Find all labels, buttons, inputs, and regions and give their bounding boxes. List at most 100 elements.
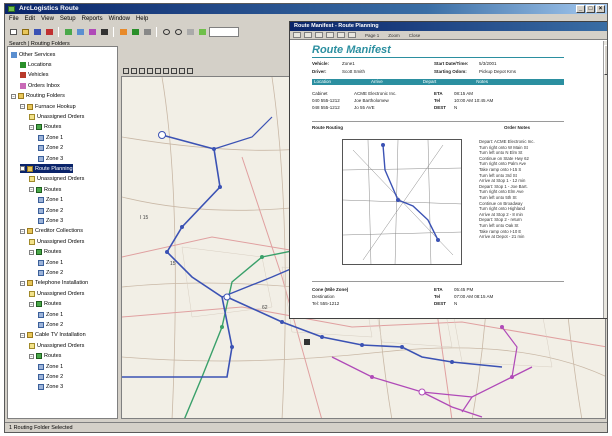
layers-tool-icon[interactable] [179,68,185,74]
tree-item[interactable]: Zone 3 [38,216,63,225]
tree-item[interactable]: − Furnace Hookup [20,102,76,111]
tree-item[interactable]: Zone 2 [38,320,63,329]
expand-toggle-icon[interactable]: − [20,166,25,172]
expand-toggle-icon[interactable]: − [20,280,25,286]
sequence-icon[interactable] [130,27,140,37]
tree-item[interactable]: Unassigned Orders [29,289,84,298]
tree-item[interactable]: − Routes [29,300,61,309]
last-page-icon[interactable] [326,32,334,38]
zoom-out-tool-icon[interactable] [139,68,145,74]
tree-item[interactable]: Zone 2 [38,144,63,153]
tree-item[interactable]: Zone 1 [38,133,63,142]
save-icon[interactable] [32,27,42,37]
depot-icon[interactable] [304,339,310,345]
identify-icon[interactable] [142,27,152,37]
cut-icon[interactable] [63,27,73,37]
tree-item-label: Vehicles [28,72,49,79]
expand-toggle-icon[interactable]: − [29,301,34,307]
full-extent-tool-icon[interactable] [155,68,161,74]
new-icon[interactable] [8,27,18,37]
zoom-out-icon[interactable] [173,27,183,37]
route-line-purple-3[interactable] [501,326,518,378]
tree-item[interactable]: − Telephone Installation [20,279,88,288]
tree-item[interactable]: Unassigned Orders [29,237,84,246]
undo-icon[interactable] [99,27,109,37]
menu-help[interactable]: Help [136,15,148,24]
manifest-scroll-thumb[interactable] [604,45,607,75]
manifest-title-bar[interactable]: Route Manifest - Route Planning [290,22,607,31]
tree-item[interactable]: Zone 2 [38,268,63,277]
menu-file[interactable]: File [9,15,19,24]
identify-tool-icon[interactable] [163,68,169,74]
open-icon[interactable] [20,27,30,37]
pan-icon[interactable] [185,27,195,37]
scale-combo[interactable] [209,27,239,37]
tree-item[interactable]: Zone 1 [38,362,63,371]
close-button[interactable]: × [596,5,605,13]
menu-reports[interactable]: Reports [82,15,103,24]
zoom-in-icon[interactable] [161,27,171,37]
minimize-button[interactable]: _ [576,5,585,13]
print-report-icon[interactable] [337,32,345,38]
full-extent-icon[interactable] [197,27,207,37]
tree-item[interactable]: Zone 1 [38,196,63,205]
tree-item[interactable]: − Routing Folders [11,92,65,101]
tree-item[interactable]: Unassigned Orders [29,341,84,350]
maximize-button[interactable]: □ [586,5,595,13]
measure-tool-icon[interactable] [171,68,177,74]
route-line-blue[interactable] [122,134,233,378]
build-route-icon[interactable] [118,27,128,37]
route-manifest-window[interactable]: Route Manifest - Route Planning Page 1 Z… [289,21,607,319]
zoom-in-tool-icon[interactable] [131,68,137,74]
expand-toggle-icon[interactable]: − [20,332,25,338]
menu-view[interactable]: View [41,15,54,24]
print-map-icon[interactable] [187,68,193,74]
tree-item[interactable]: Unassigned Orders [29,175,84,184]
tree-item[interactable]: Other Services [11,50,55,59]
expand-toggle-icon[interactable]: − [11,93,16,99]
expand-toggle-icon[interactable]: − [29,124,34,130]
route-line-purple-4[interactable] [461,396,473,413]
tree-item[interactable]: Unassigned Orders [29,112,84,121]
menu-setup[interactable]: Setup [60,15,76,24]
route-line-purple[interactable] [331,356,533,398]
tree-item[interactable]: Zone 2 [38,372,63,381]
prev-page-icon[interactable] [304,32,312,38]
tree-item[interactable]: Zone 3 [38,154,63,163]
manifest-close-label[interactable]: Close [409,33,421,38]
tree-item[interactable]: − Route Planning [20,164,73,174]
tree-item[interactable]: − Routes [29,123,61,132]
manifest-zoom-label[interactable]: Zoom [388,33,400,38]
route-line-blue-3[interactable] [213,116,273,150]
expand-toggle-icon[interactable]: − [29,187,34,193]
paste-icon[interactable] [87,27,97,37]
export-report-icon[interactable] [348,32,356,38]
menu-window[interactable]: Window [109,15,130,24]
tree-item[interactable]: Zone 1 [38,310,63,319]
next-page-icon[interactable] [315,32,323,38]
tree-item[interactable]: Zone 3 [38,383,63,392]
tree-item[interactable]: − Routes [29,352,61,361]
expand-toggle-icon[interactable]: − [20,228,25,234]
tree-item[interactable]: Orders Inbox [20,81,60,90]
tree-item[interactable]: − Creditor Collections [20,227,83,236]
tree-item[interactable]: − Routes [29,185,61,194]
tree-item[interactable]: − Routes [29,248,61,257]
select-tool-icon[interactable] [123,68,129,74]
title-bar[interactable]: ArcLogistics Route _ □ × [5,4,607,14]
pan-tool-icon[interactable] [147,68,153,74]
first-page-icon[interactable] [293,32,301,38]
window-title: ArcLogistics Route [19,5,79,12]
tree-item[interactable]: − Cable TV Installation [20,331,86,340]
copy-icon[interactable] [75,27,85,37]
print-icon[interactable] [44,27,54,37]
expand-toggle-icon[interactable]: − [20,104,25,109]
tree-item[interactable]: Locations [20,60,52,69]
tree-item[interactable]: Vehicles [20,71,49,80]
expand-toggle-icon[interactable]: − [29,249,34,255]
manifest-scrollbar[interactable] [603,41,607,318]
tree-item[interactable]: Zone 1 [38,258,63,267]
tree-item[interactable]: Zone 2 [38,206,63,215]
menu-edit[interactable]: Edit [25,15,35,24]
expand-toggle-icon[interactable]: − [29,353,34,359]
